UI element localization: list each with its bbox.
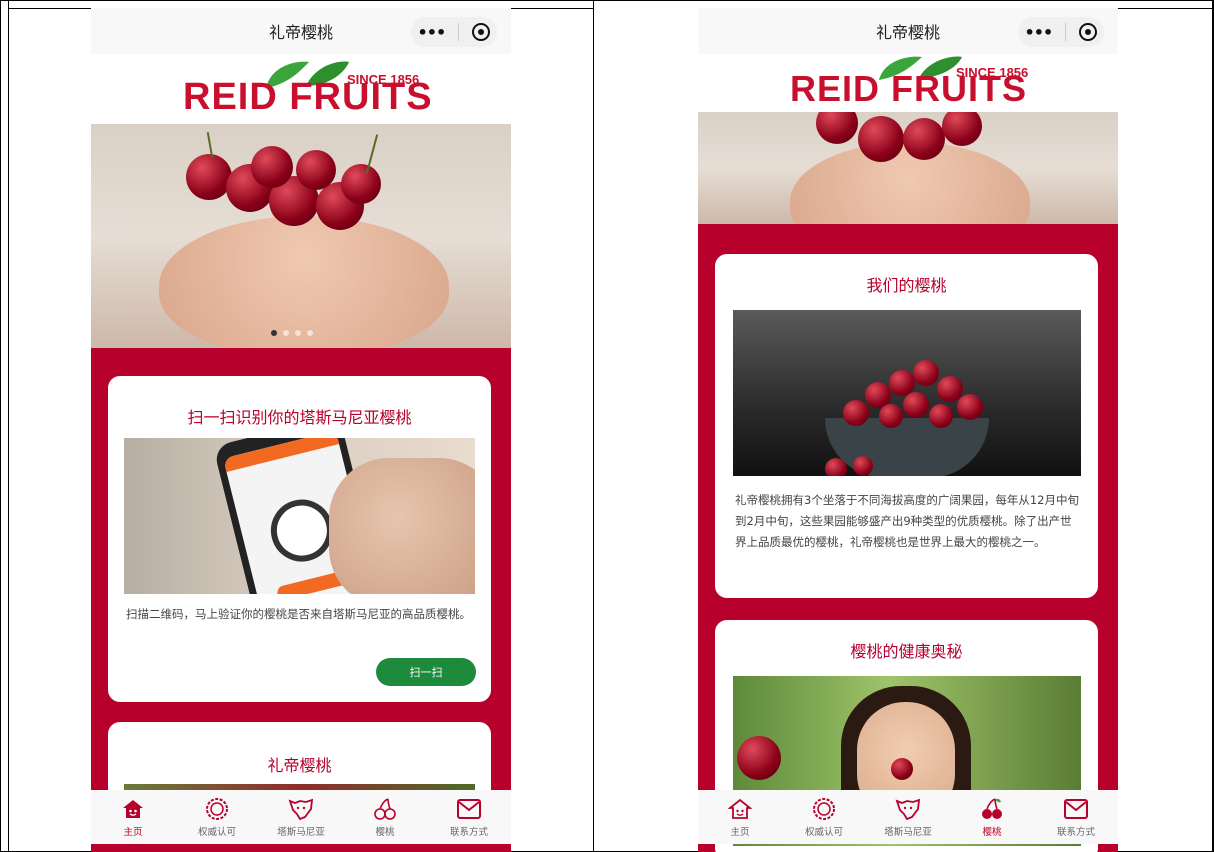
cherry xyxy=(942,112,982,146)
tab-contact[interactable]: 联系方式 xyxy=(1034,796,1118,838)
more-icon[interactable]: ••• xyxy=(418,23,447,42)
capsule-separator xyxy=(458,23,460,41)
brand-logo: REID FRUITS SINCE 1856 xyxy=(91,54,511,124)
scan-phone-image xyxy=(124,438,475,594)
our-cherries-card-title: 我们的樱桃 xyxy=(866,276,947,295)
cherry xyxy=(341,164,381,204)
brand-logo: REID FRUITS SINCE 1856 xyxy=(698,54,1118,112)
divider xyxy=(8,0,9,852)
tab-contact[interactable]: 联系方式 xyxy=(427,796,511,838)
cherry-bowl-image xyxy=(733,310,1081,476)
hands-image xyxy=(159,216,449,348)
miniprogram-capsule: ••• xyxy=(1018,17,1104,47)
nav-bar: 礼帝樱桃 ••• xyxy=(91,8,511,54)
cherry xyxy=(296,150,336,190)
tab-contact-label: 联系方式 xyxy=(1056,827,1095,838)
tab-cherry-label: 樱桃 xyxy=(982,827,1002,838)
capsule-separator xyxy=(1065,23,1067,41)
tab-home-label: 主页 xyxy=(730,827,750,838)
reid-cherry-card-title: 礼帝樱桃 xyxy=(267,756,332,775)
tab-tasmania-label: 塔斯马尼亚 xyxy=(277,827,325,838)
brand-since: SINCE 1856 xyxy=(347,72,420,87)
badge-icon xyxy=(204,796,230,822)
divider xyxy=(1118,8,1213,9)
scan-card: 扫一扫识别你的塔斯马尼亚樱桃 扫描二维码，马上验证你的樱桃是否来自塔斯马尼亚的高… xyxy=(108,376,491,702)
tab-tasmania[interactable]: 塔斯马尼亚 xyxy=(259,796,343,838)
scan-card-description: 扫描二维码，马上验证你的樱桃是否来自塔斯马尼亚的高品质樱桃。 xyxy=(126,607,471,621)
bowl xyxy=(825,418,989,476)
cherry xyxy=(251,146,293,188)
tab-home[interactable]: 主页 xyxy=(698,796,782,838)
tab-home[interactable]: 主页 xyxy=(91,796,175,838)
tab-tasmania-label: 塔斯马尼亚 xyxy=(884,827,932,838)
cherry xyxy=(903,118,945,160)
cherry xyxy=(816,112,858,144)
our-cherries-card: 我们的樱桃 礼帝樱桃拥有3个坐落于不同海拔高度的广阔果园，每年从12月中旬到2月… xyxy=(715,254,1098,598)
carousel-dot[interactable] xyxy=(295,330,301,336)
tab-contact-label: 联系方式 xyxy=(449,827,488,838)
nav-bar: 礼帝樱桃 ••• xyxy=(698,8,1118,54)
tab-home-label: 主页 xyxy=(123,827,143,838)
close-miniprogram-icon[interactable] xyxy=(1079,23,1098,41)
divider xyxy=(1212,0,1213,852)
close-miniprogram-icon[interactable] xyxy=(472,23,491,41)
hero-carousel[interactable] xyxy=(698,112,1118,224)
cherry xyxy=(186,154,232,200)
carousel-dot[interactable] xyxy=(271,330,277,336)
more-icon[interactable]: ••• xyxy=(1025,23,1054,42)
cherry-icon xyxy=(979,796,1005,822)
tab-cherry-label: 樱桃 xyxy=(375,827,395,838)
cherry xyxy=(858,116,904,162)
right-phone-screen: 礼帝樱桃 ••• REID FRUITS SINCE 1856 我们的樱桃 礼帝… xyxy=(698,8,1118,852)
our-cherries-description: 礼帝樱桃拥有3个坐落于不同海拔高度的广阔果园，每年从12月中旬到2月中旬，这些果… xyxy=(735,493,1079,549)
tab-authority-label: 权威认可 xyxy=(197,827,236,838)
divider xyxy=(510,8,594,9)
carousel-indicator[interactable] xyxy=(271,330,313,336)
tasmania-map-icon xyxy=(895,796,921,822)
left-phone-screen: 礼帝樱桃 ••• REID FRUITS SINCE 1856 扫一扫识别你的塔… xyxy=(91,8,511,852)
scan-button[interactable]: 扫一扫 xyxy=(376,658,476,686)
carousel-dot[interactable] xyxy=(283,330,289,336)
brand-since: SINCE 1856 xyxy=(956,65,1029,80)
tab-cherry[interactable]: 樱桃 xyxy=(950,796,1034,838)
miniprogram-capsule: ••• xyxy=(411,17,497,47)
mail-icon xyxy=(1063,796,1089,822)
tasmania-map-icon xyxy=(288,796,314,822)
tab-bar: 主页 权威认可 塔斯马尼亚 樱桃 联系方式 xyxy=(698,790,1118,844)
hand xyxy=(329,458,475,594)
home-icon xyxy=(727,796,753,822)
health-secret-card-title: 樱桃的健康奥秘 xyxy=(850,642,963,661)
app-title: 礼帝樱桃 xyxy=(875,23,940,42)
mail-icon xyxy=(456,796,482,822)
cherry-icon xyxy=(372,796,398,822)
tab-cherry[interactable]: 樱桃 xyxy=(343,796,427,838)
tab-authority-label: 权威认可 xyxy=(804,827,843,838)
tab-tasmania[interactable]: 塔斯马尼亚 xyxy=(866,796,950,838)
app-title: 礼帝樱桃 xyxy=(268,23,333,42)
scan-card-title: 扫一扫识别你的塔斯马尼亚樱桃 xyxy=(187,408,412,427)
tab-authority[interactable]: 权威认可 xyxy=(782,796,866,838)
tab-bar: 主页 权威认可 塔斯马尼亚 樱桃 联系方式 xyxy=(91,790,511,844)
badge-icon xyxy=(811,796,837,822)
tab-authority[interactable]: 权威认可 xyxy=(175,796,259,838)
home-icon xyxy=(120,796,146,822)
hero-carousel[interactable] xyxy=(91,124,511,348)
divider xyxy=(593,0,594,852)
carousel-dot[interactable] xyxy=(307,330,313,336)
divider xyxy=(8,8,93,9)
